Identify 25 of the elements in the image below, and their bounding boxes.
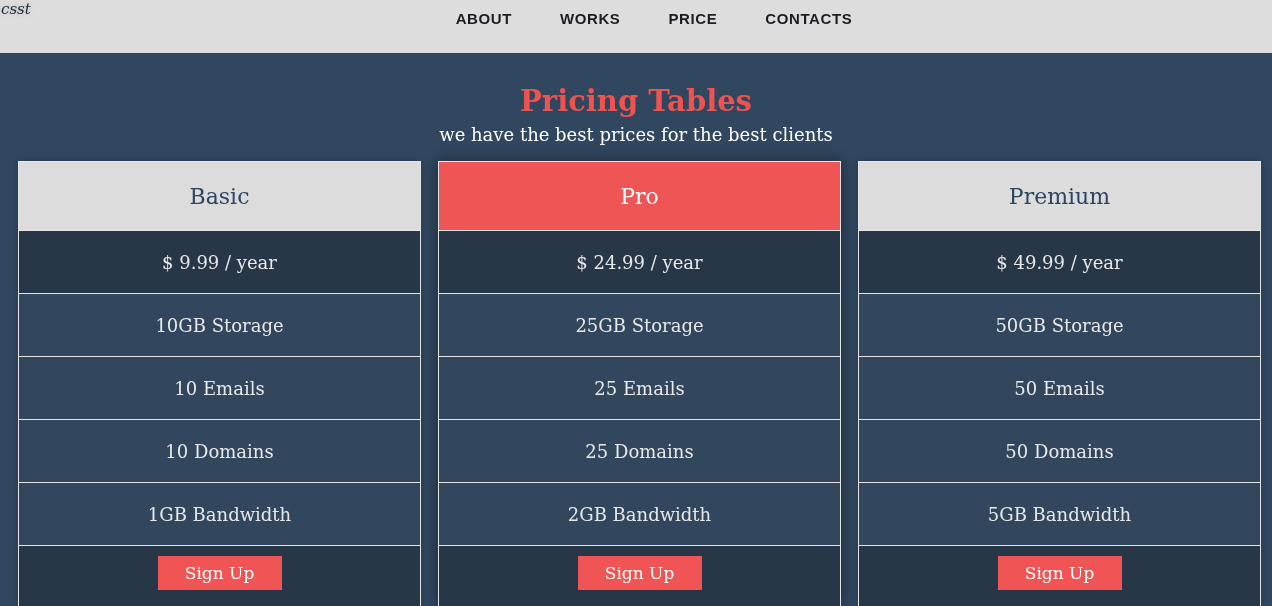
plan-price: $ 9.99 / year: [19, 231, 420, 294]
plan-feature: 25 Emails: [439, 357, 840, 420]
plan-feature: 5GB Bandwidth: [859, 483, 1260, 546]
plan-feature: 25 Domains: [439, 420, 840, 483]
plan-feature: 1GB Bandwidth: [19, 483, 420, 546]
plan-price: $ 24.99 / year: [439, 231, 840, 294]
plan-feature: 50 Emails: [859, 357, 1260, 420]
plan-name: Pro: [439, 162, 840, 231]
plan-price: $ 49.99 / year: [859, 231, 1260, 294]
plan-feature: 50GB Storage: [859, 294, 1260, 357]
nav-link[interactable]: ABOUT: [455, 9, 512, 29]
plan-feature: 10GB Storage: [19, 294, 420, 357]
plan-name: Basic: [19, 162, 420, 231]
nav-link[interactable]: PRICE: [668, 9, 718, 29]
nav-link[interactable]: WORKS: [560, 9, 621, 29]
nav-link[interactable]: CONTACTS: [765, 9, 853, 29]
page-subtitle: we have the best prices for the best clients: [439, 123, 833, 147]
logo-text[interactable]: csst: [1, 0, 31, 18]
plan-name: Premium: [859, 162, 1260, 231]
plan-feature: 50 Domains: [859, 420, 1260, 483]
plan-feature: 10 Domains: [19, 420, 420, 483]
plan-feature: 25GB Storage: [439, 294, 840, 357]
plan-feature: 10 Emails: [19, 357, 420, 420]
plan-feature: 2GB Bandwidth: [439, 483, 840, 546]
page-title: Pricing Tables: [520, 83, 752, 119]
